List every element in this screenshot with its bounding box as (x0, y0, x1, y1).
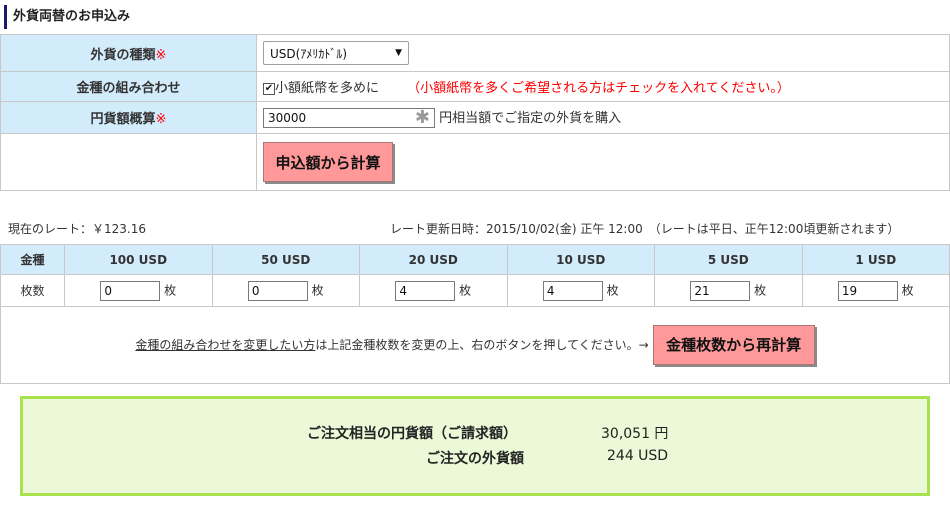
qty-input-50[interactable]: 0 (247, 280, 308, 301)
qty-cell-50: 0 枚 (211, 274, 360, 307)
denomination-label: 金種の組み合わせ (0, 71, 257, 102)
qty-input-5[interactable]: 21 (690, 280, 751, 301)
recalc-from-quantity-button[interactable]: 金種枚数から再計算 (652, 324, 815, 365)
empty-label-cell (0, 133, 257, 191)
required-mark: ※ (155, 112, 167, 127)
quantity-row-label: 枚数 (0, 274, 65, 307)
denom-header-20: 20 USD (359, 244, 508, 275)
qty-input-1[interactable]: 19 (837, 280, 898, 301)
calc-from-amount-button[interactable]: 申込額から計算 (263, 142, 393, 182)
small-bills-checkbox[interactable]: ✔ (263, 82, 275, 95)
yen-amount-input[interactable]: 30000 ✱ (263, 107, 435, 129)
calc-button-cell: 申込額から計算 (256, 133, 950, 191)
rate-update-time: レート更新日時：2015/10/02(金) 正午 12:00 （レートは平日、正… (390, 222, 900, 236)
qty-unit: 枚 (311, 283, 324, 297)
denom-header-5: 5 USD (654, 244, 803, 275)
denom-header-10: 10 USD (506, 244, 655, 275)
currency-type-label: 外貨の種類※ (0, 34, 257, 72)
yen-amount-value: 30000 (268, 111, 307, 126)
yen-amount-label: 円貨額概算※ (0, 101, 257, 134)
denomination-header-label: 金種 (0, 244, 65, 275)
denom-header-1: 1 USD (801, 244, 950, 275)
qty-cell-5: 21 枚 (654, 274, 803, 307)
required-mark: ※ (155, 47, 167, 63)
denomination-cell: ✔ 小額紙幣を多めに （小額紙幣を多くご希望される方はチェックを入れてください。） (256, 71, 950, 102)
qty-cell-1: 19 枚 (801, 274, 950, 307)
recalc-instruction: は上記金種枚数を変更の上、右のボタンを押してください。→ (315, 338, 649, 352)
yen-total-label: ご注文相当の円貨額（ご請求額） (307, 426, 517, 442)
qty-unit: 枚 (606, 283, 619, 297)
qty-input-10[interactable]: 4 (542, 280, 603, 301)
section-title: 外貨両替のお申込み (4, 5, 130, 29)
yen-amount-cell: 30000 ✱ 円相当額でご指定の外貨を購入 (256, 101, 950, 134)
qty-unit: 枚 (459, 283, 472, 297)
order-summary: ご注文相当の円貨額（ご請求額） 30,051 円 ご注文の外貨額 244 USD (20, 396, 930, 496)
asterisk-icon: ✱ (414, 107, 430, 129)
current-rate: 現在のレート：￥123.16 (8, 222, 146, 236)
qty-unit: 枚 (901, 283, 914, 297)
qty-cell-100: 0 枚 (64, 274, 213, 307)
denomination-table: 金種 100 USD 50 USD 20 USD 10 USD 5 USD 1 … (0, 244, 950, 307)
yen-amount-note: 円相当額でご指定の外貨を購入 (439, 110, 622, 126)
qty-input-20[interactable]: 4 (395, 280, 456, 301)
qty-input-100[interactable]: 0 (100, 280, 161, 301)
yen-total-value: 30,051 円 (601, 426, 669, 442)
order-form-table: 外貨の種類※ USD(ｱﾒﾘｶﾄﾞﾙ) ▼ 金種の組み合わせ ✔ 小額紙幣を多めに… (0, 34, 950, 191)
denom-header-50: 50 USD (211, 244, 360, 275)
currency-selected-value: USD(ｱﾒﾘｶﾄﾞﾙ) (270, 46, 348, 61)
chevron-down-icon: ▼ (395, 48, 402, 58)
qty-cell-20: 4 枚 (359, 274, 508, 307)
small-bills-label: 小額紙幣を多めに (275, 81, 380, 96)
foreign-total-value: 244 USD (607, 448, 669, 464)
small-bills-note: （小額紙幣を多くご希望される方はチェックを入れてください。） (407, 81, 790, 96)
currency-select[interactable]: USD(ｱﾒﾘｶﾄﾞﾙ) ▼ (263, 41, 409, 65)
foreign-total-label: ご注文の外貨額 (426, 451, 524, 467)
denom-header-100: 100 USD (64, 244, 213, 275)
recalc-row: 金種の組み合わせを変更したい方 は上記金種枚数を変更の上、右のボタンを押してくださ… (0, 306, 950, 384)
qty-unit: 枚 (164, 283, 177, 297)
change-combination-link[interactable]: 金種の組み合わせを変更したい方 (135, 336, 315, 353)
qty-cell-10: 4 枚 (506, 274, 655, 307)
qty-unit: 枚 (754, 283, 767, 297)
currency-type-cell: USD(ｱﾒﾘｶﾄﾞﾙ) ▼ (256, 34, 950, 72)
